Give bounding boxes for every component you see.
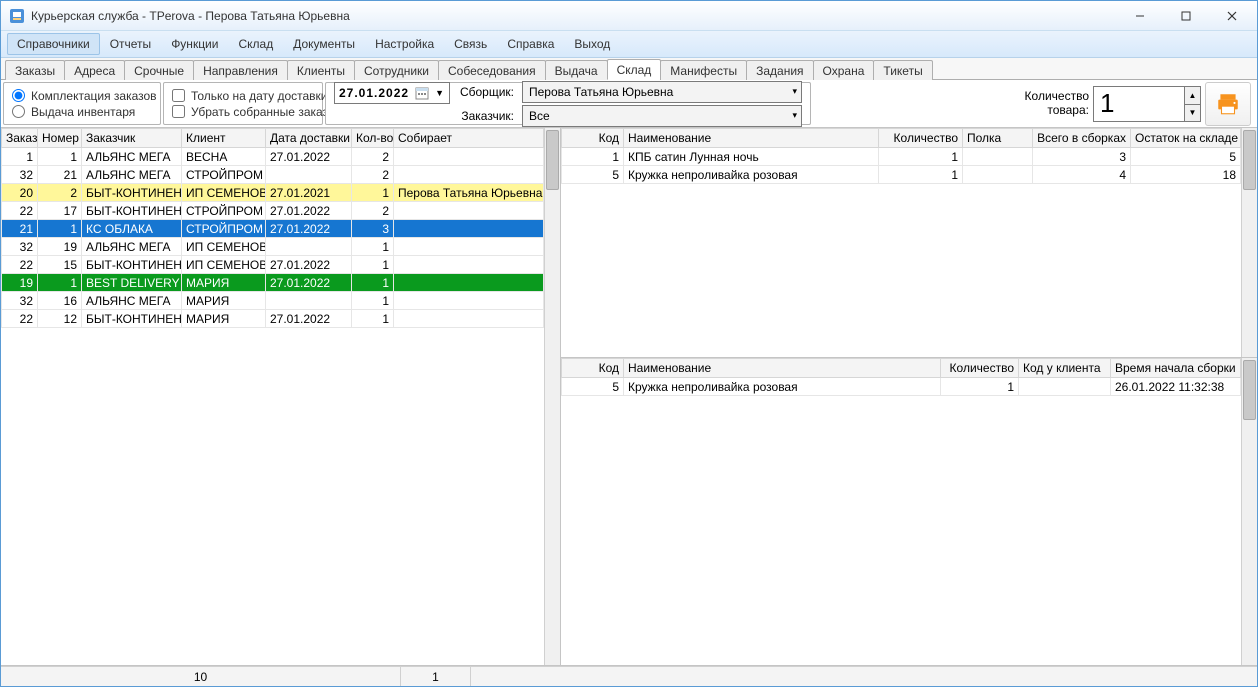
tab-9[interactable]: Манифесты xyxy=(660,60,747,80)
table-row[interactable]: 2215БЫТ-КОНТИНЕНТИП СЕМЕНОВ27.01.20221 xyxy=(2,256,544,274)
table-row[interactable]: 202БЫТ-КОНТИНЕНТИП СЕМЕНОВ27.01.20211Пер… xyxy=(2,184,544,202)
column-header[interactable]: Всего в сборках xyxy=(1033,129,1131,148)
table-row[interactable]: 191BEST DELIVERYМАРИЯ27.01.20221 xyxy=(2,274,544,292)
customer-label: Заказчик: xyxy=(454,109,514,123)
table-row[interactable]: 2212БЫТ-КОНТИНЕНТМАРИЯ27.01.20221 xyxy=(2,310,544,328)
column-header[interactable]: Заказчик xyxy=(82,129,182,148)
close-button[interactable] xyxy=(1209,2,1255,30)
column-header[interactable]: Код xyxy=(562,129,624,148)
maximize-button[interactable] xyxy=(1163,2,1209,30)
customer-select[interactable]: Все▾ xyxy=(522,105,802,127)
menu-item-5[interactable]: Настройка xyxy=(365,33,444,55)
quantity-value[interactable]: 1 xyxy=(1094,88,1184,119)
menu-item-1[interactable]: Отчеты xyxy=(100,33,161,55)
column-header[interactable]: Время начала сборки xyxy=(1111,359,1241,378)
stock-scrollbar[interactable] xyxy=(1241,128,1257,357)
right-pane: КодНаименованиеКоличествоПолкаВсего в сб… xyxy=(561,128,1257,665)
table-row[interactable]: 5Кружка непроливайка розовая126.01.2022 … xyxy=(562,378,1241,396)
tab-4[interactable]: Клиенты xyxy=(287,60,355,80)
column-header[interactable]: Количество xyxy=(941,359,1019,378)
table-row[interactable]: 3219АЛЬЯНС МЕГАИП СЕМЕНОВ1 xyxy=(2,238,544,256)
menu-item-4[interactable]: Документы xyxy=(283,33,365,55)
picking-scrollbar[interactable] xyxy=(1241,358,1257,665)
date-value: 27.01.2022 xyxy=(339,86,409,100)
menu-item-8[interactable]: Выход xyxy=(564,33,620,55)
app-icon xyxy=(9,8,25,24)
minimize-button[interactable] xyxy=(1117,2,1163,30)
menu-item-2[interactable]: Функции xyxy=(161,33,228,55)
mode-option-inventory[interactable]: Выдача инвентаря xyxy=(12,105,152,119)
column-header[interactable]: Полка xyxy=(963,129,1033,148)
left-pane: ЗаказНомерЗаказчикКлиентДата доставкиКол… xyxy=(1,128,561,665)
quantity-down-button[interactable]: ▼ xyxy=(1184,104,1200,121)
table-row[interactable]: 5Кружка непроливайка розовая1418 xyxy=(562,166,1241,184)
table-row[interactable]: 3221АЛЬЯНС МЕГАСТРОЙПРОМ2 xyxy=(2,166,544,184)
date-and-dropdowns-panel: 27.01.2022 ▼ Сборщик: Перова Татьяна Юрь… xyxy=(325,82,811,125)
column-header[interactable]: Наименование xyxy=(624,129,879,148)
table-row[interactable]: 2217БЫТ-КОНТИНЕНТСТРОЙПРОМ27.01.20222 xyxy=(2,202,544,220)
app-window: Курьерская служба - TPerova - Перова Тат… xyxy=(0,0,1258,687)
mode-panel: Комплектация заказов Выдача инвентаря xyxy=(3,82,161,125)
orders-grid[interactable]: ЗаказНомерЗаказчикКлиентДата доставкиКол… xyxy=(1,128,544,665)
quantity-up-button[interactable]: ▲ xyxy=(1184,87,1200,104)
picker-label: Сборщик: xyxy=(454,85,514,99)
remove-collected-checkbox[interactable]: Убрать собранные заказы xyxy=(172,105,314,119)
column-header[interactable]: Собирает xyxy=(394,129,544,148)
picking-grid[interactable]: КодНаименованиеКоличествоКод у клиентаВр… xyxy=(561,358,1241,665)
quantity-spinner[interactable]: 1 ▲ ▼ xyxy=(1093,86,1201,122)
calendar-icon[interactable] xyxy=(415,86,429,100)
tab-2[interactable]: Срочные xyxy=(124,60,194,80)
chevron-down-icon: ▾ xyxy=(792,86,797,97)
column-header[interactable]: Заказ xyxy=(2,129,38,148)
quantity-label: Количество товара: xyxy=(1025,90,1089,116)
column-header[interactable]: Наименование xyxy=(624,359,941,378)
tab-3[interactable]: Направления xyxy=(193,60,288,80)
statusbar: 10 1 xyxy=(1,666,1257,686)
tab-5[interactable]: Сотрудники xyxy=(354,60,439,80)
tab-6[interactable]: Собеседования xyxy=(438,60,546,80)
chevron-down-icon: ▾ xyxy=(792,110,797,121)
status-cell-2: 1 xyxy=(401,667,471,686)
table-row[interactable]: 211КС ОБЛАКАСТРОЙПРОМ27.01.20223 xyxy=(2,220,544,238)
column-header[interactable]: Количество xyxy=(879,129,963,148)
stock-grid[interactable]: КодНаименованиеКоличествоПолкаВсего в сб… xyxy=(561,128,1241,357)
quantity-block: Количество товара: 1 ▲ ▼ xyxy=(1025,82,1255,125)
date-picker[interactable]: 27.01.2022 ▼ xyxy=(334,82,450,104)
column-header[interactable]: Код xyxy=(562,359,624,378)
table-row[interactable]: 11АЛЬЯНС МЕГАВЕСНА27.01.20222 xyxy=(2,148,544,166)
tab-10[interactable]: Задания xyxy=(746,60,813,80)
tab-8[interactable]: Склад xyxy=(607,59,662,80)
picker-select[interactable]: Перова Татьяна Юрьевна▾ xyxy=(522,81,802,103)
tab-11[interactable]: Охрана xyxy=(813,60,875,80)
tab-12[interactable]: Тикеты xyxy=(873,60,932,80)
column-header[interactable]: Дата доставки xyxy=(266,129,352,148)
chevron-down-icon[interactable]: ▼ xyxy=(435,88,445,98)
filters-panel: Только на дату доставки: Убрать собранны… xyxy=(163,82,323,125)
print-button[interactable] xyxy=(1205,82,1251,126)
mode-option-picking[interactable]: Комплектация заказов xyxy=(12,89,152,103)
window-title: Курьерская служба - TPerova - Перова Тат… xyxy=(31,9,1117,23)
tab-1[interactable]: Адреса xyxy=(64,60,125,80)
column-header[interactable]: Клиент xyxy=(182,129,266,148)
menubar: СправочникиОтчетыФункцииСкладДокументыНа… xyxy=(1,31,1257,58)
menu-item-0[interactable]: Справочники xyxy=(7,33,100,55)
orders-scrollbar[interactable] xyxy=(544,128,560,665)
column-header[interactable]: Остаток на складе xyxy=(1131,129,1241,148)
table-row[interactable]: 3216АЛЬЯНС МЕГАМАРИЯ1 xyxy=(2,292,544,310)
column-header[interactable]: Номер xyxy=(38,129,82,148)
column-header[interactable]: Кол-во xyxy=(352,129,394,148)
menu-item-6[interactable]: Связь xyxy=(444,33,497,55)
tab-7[interactable]: Выдача xyxy=(545,60,608,80)
menu-item-7[interactable]: Справка xyxy=(497,33,564,55)
titlebar: Курьерская служба - TPerova - Перова Тат… xyxy=(1,1,1257,31)
tab-0[interactable]: Заказы xyxy=(5,60,65,80)
only-date-checkbox[interactable]: Только на дату доставки: xyxy=(172,89,314,103)
toolbar: Комплектация заказов Выдача инвентаря То… xyxy=(1,80,1257,128)
column-header[interactable]: Код у клиента xyxy=(1019,359,1111,378)
status-cell-1: 10 xyxy=(1,667,401,686)
tabbar: ЗаказыАдресаСрочныеНаправленияКлиентыСот… xyxy=(1,58,1257,80)
menu-item-3[interactable]: Склад xyxy=(228,33,283,55)
main-area: ЗаказНомерЗаказчикКлиентДата доставкиКол… xyxy=(1,128,1257,666)
table-row[interactable]: 1КПБ сатин Лунная ночь135 xyxy=(562,148,1241,166)
